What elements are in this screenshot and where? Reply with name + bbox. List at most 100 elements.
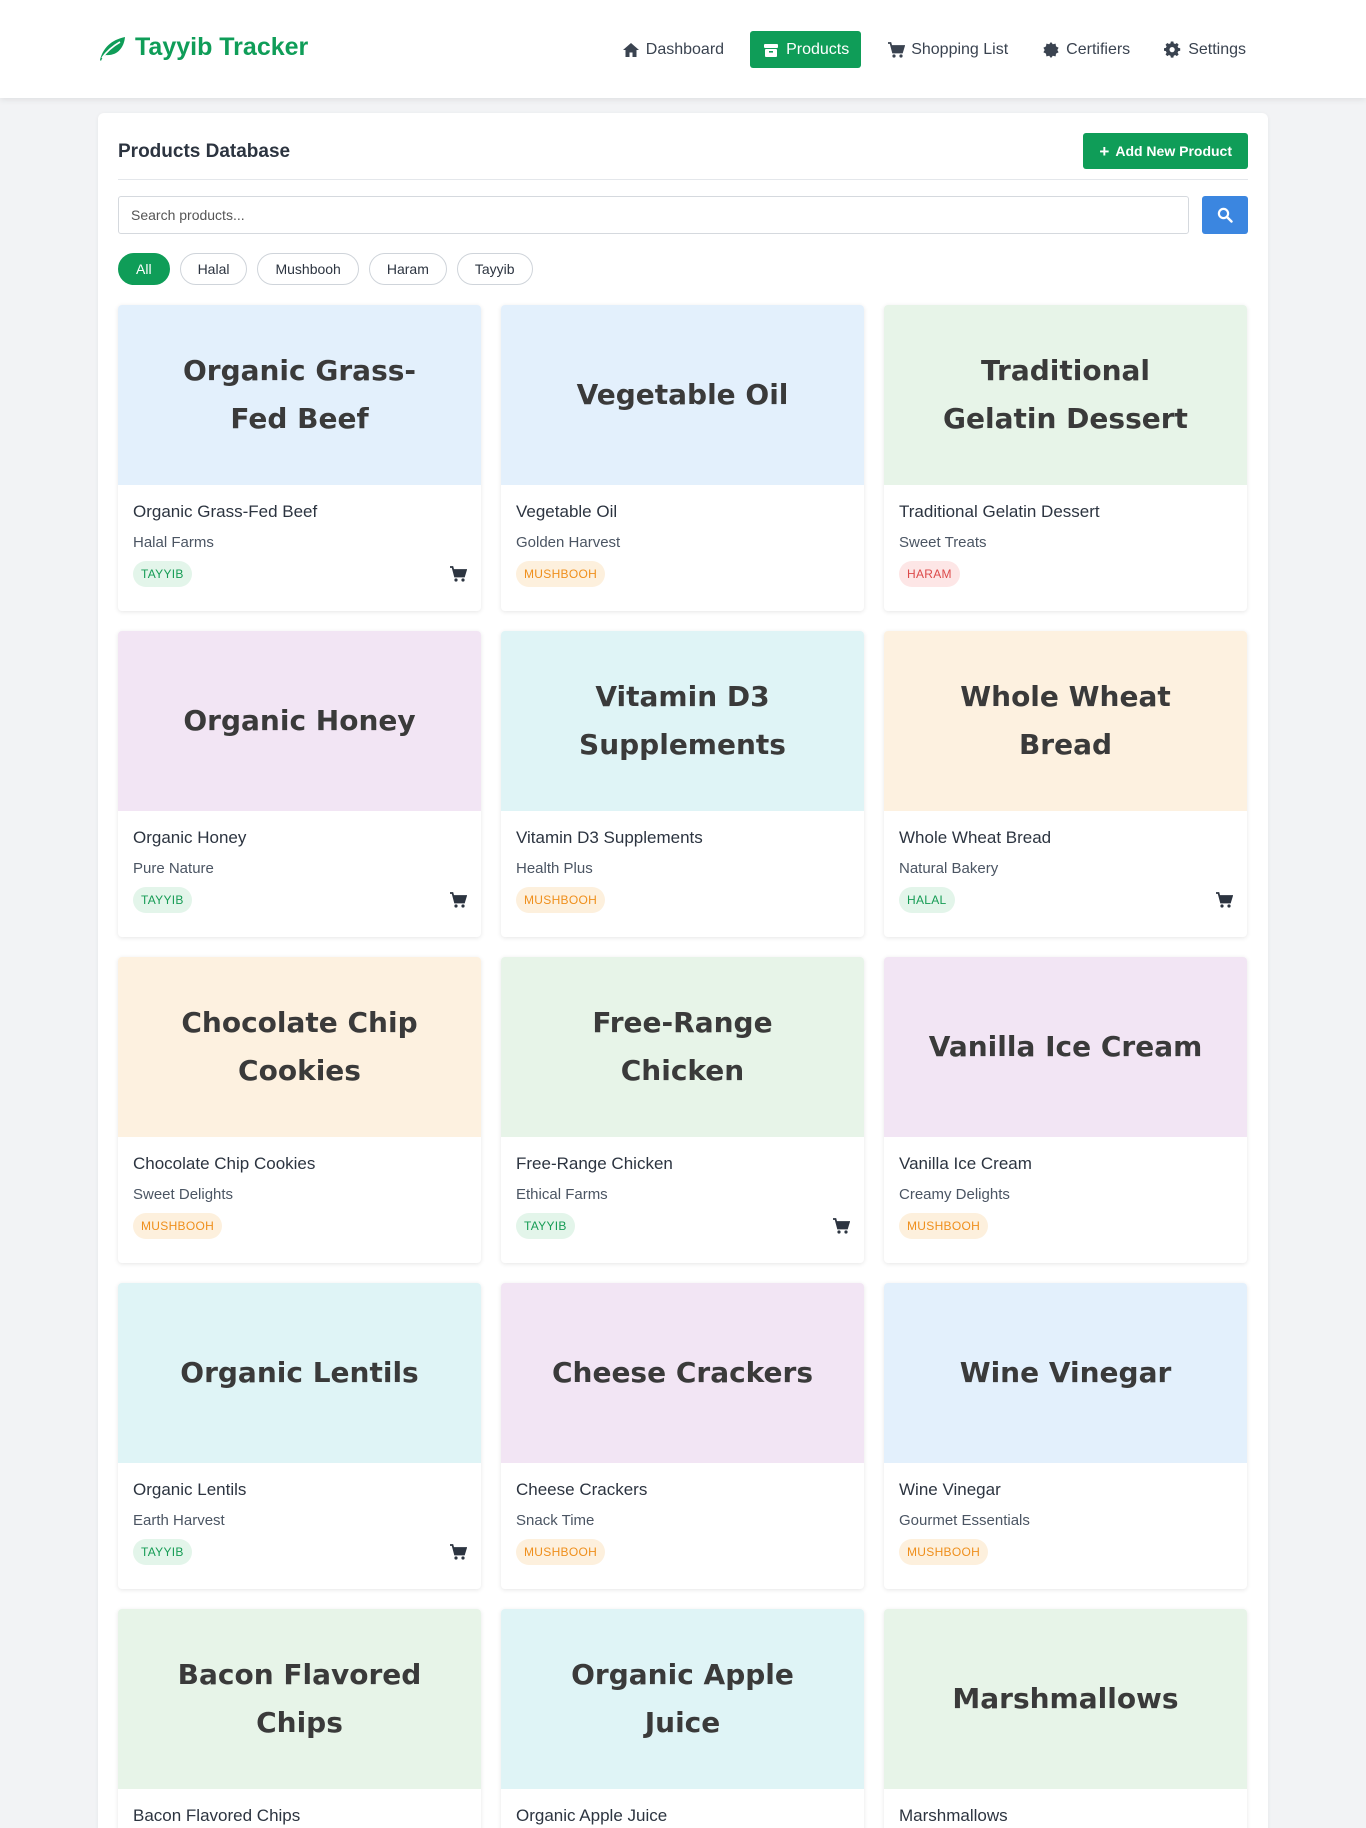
product-card[interactable]: Traditional Gelatin Dessert Traditional G… [884,305,1247,611]
search-input[interactable] [118,196,1189,234]
product-card[interactable]: Vitamin D3 Supplements Vitamin D3 Supplem… [501,631,864,937]
add-to-cart-icon[interactable] [449,891,468,909]
add-new-product-button[interactable]: + Add New Product [1083,133,1248,169]
product-name: Whole Wheat Bread [899,828,1052,847]
add-to-cart-icon[interactable] [1215,891,1234,909]
box-icon [762,41,780,59]
product-card[interactable]: Organic Honey Organic Honey Pure Nature TAY… [118,631,481,937]
product-image-placeholder: Organic Honey [118,631,481,811]
status-badge: MUSHBOOH [899,1539,989,1565]
status-filter-group: All Halal Mushbooh Haram Tayyib [118,253,533,285]
product-name: Organic Honey [133,828,247,847]
product-image-placeholder: Bacon Flavored Chips [118,1609,481,1789]
product-image-placeholder: Vitamin D3 Supplements [501,631,864,811]
top-navbar: Tayyib Tracker Dashboard Products Shopping… [0,0,1366,98]
product-card[interactable]: Vegetable Oil Vegetable Oil Golden Harvest… [501,305,864,611]
product-image-placeholder: Vanilla Ice Cream [884,957,1247,1137]
status-badge: MUSHBOOH [516,1539,606,1565]
product-name: Organic Grass-Fed Beef [133,502,318,521]
nav-label: Dashboard [645,40,725,58]
product-card[interactable]: Wine Vinegar Wine Vinegar Gourmet Essentia… [884,1283,1247,1589]
product-name: Marshmallows [899,1806,1008,1825]
products-panel: Products Database + Add New Product All H… [98,113,1268,1828]
cart-icon [887,41,906,59]
plus-icon: + [1099,141,1110,161]
filter-all[interactable]: All [118,253,170,285]
page-title: Products Database [118,141,291,162]
nav-label: Products [786,40,850,58]
filter-halal[interactable]: Halal [179,253,248,285]
nav-shopping-list[interactable]: Shopping List [875,31,1020,68]
status-badge: HALAL [899,887,955,913]
product-name: Chocolate Chip Cookies [133,1154,316,1173]
search-button[interactable] [1202,196,1248,234]
product-brand: Halal Farms [133,534,214,551]
status-badge: MUSHBOOH [516,561,606,587]
product-name: Traditional Gelatin Dessert [899,502,1100,521]
product-brand: Natural Bakery [899,860,999,877]
product-name: Vitamin D3 Supplements [516,828,703,847]
product-name: Cheese Crackers [516,1480,648,1499]
main-nav: Dashboard Products Shopping List Certifiers… [610,31,1258,68]
product-brand: Ethical Farms [516,1186,608,1203]
product-image-placeholder: Vegetable Oil [501,305,864,485]
app-title: Tayyib Tracker [135,33,309,61]
home-icon [622,41,640,59]
product-brand: Gourmet Essentials [899,1512,1030,1529]
nav-certifiers[interactable]: Certifiers [1030,31,1142,68]
product-brand: Golden Harvest [516,534,621,551]
product-card[interactable]: Organic Apple Juice Organic Apple Juice [501,1609,864,1828]
product-name: Free-Range Chicken [516,1154,673,1173]
product-card[interactable]: Bacon Flavored Chips Bacon Flavored Chips [118,1609,481,1828]
product-brand: Sweet Treats [899,534,987,551]
product-image-placeholder: Marshmallows [884,1609,1247,1789]
certificate-icon [1042,41,1060,59]
product-image-placeholder: Organic Lentils [118,1283,481,1463]
product-image-placeholder: Traditional Gelatin Dessert [884,305,1247,485]
product-name: Vegetable Oil [516,502,618,521]
product-image-placeholder: Wine Vinegar [884,1283,1247,1463]
brand-logo[interactable]: Tayyib Tracker [97,33,308,62]
gear-icon [1164,40,1182,59]
product-card[interactable]: Organic Grass-Fed Beef Organic Grass-Fed … [118,305,481,611]
add-to-cart-icon[interactable] [449,565,468,583]
status-badge: TAYYIB [133,1539,192,1565]
nav-products[interactable]: Products [750,31,862,68]
product-image-placeholder: Chocolate Chip Cookies [118,957,481,1137]
filter-mushbooh[interactable]: Mushbooh [257,253,359,285]
nav-label: Settings [1188,40,1246,58]
product-brand: Pure Nature [133,860,214,877]
product-name: Bacon Flavored Chips [133,1806,301,1825]
status-badge: TAYYIB [133,887,192,913]
status-badge: MUSHBOOH [899,1213,989,1239]
product-image-placeholder: Cheese Crackers [501,1283,864,1463]
status-badge: MUSHBOOH [516,887,606,913]
nav-label: Certifiers [1066,40,1131,58]
product-name: Wine Vinegar [899,1480,1001,1499]
product-name: Organic Lentils [133,1480,247,1499]
status-badge: HARAM [899,561,960,587]
product-card[interactable]: Organic Lentils Organic Lentils Earth Harv… [118,1283,481,1589]
filter-haram[interactable]: Haram [368,253,447,285]
product-card[interactable]: Chocolate Chip Cookies Chocolate Chip Coo… [118,957,481,1263]
nav-settings[interactable]: Settings [1152,31,1258,68]
add-button-label: Add New Product [1115,143,1232,159]
product-name: Organic Apple Juice [516,1806,668,1825]
product-card[interactable]: Free-Range Chicken Free-Range Chicken Ethi… [501,957,864,1263]
add-to-cart-icon[interactable] [449,1543,468,1561]
add-to-cart-icon[interactable] [832,1217,851,1235]
divider [118,179,1248,180]
product-brand: Health Plus [516,860,593,877]
product-image-placeholder: Organic Apple Juice [501,1609,864,1789]
product-card[interactable]: Cheese Crackers Cheese Crackers Snack Time… [501,1283,864,1589]
product-brand: Sweet Delights [133,1186,234,1203]
filter-tayyib[interactable]: Tayyib [456,253,533,285]
product-brand: Snack Time [516,1512,595,1529]
product-card[interactable]: Whole Wheat Bread Whole Wheat Bread Natura… [884,631,1247,937]
product-card[interactable]: Vanilla Ice Cream Vanilla Ice Cream Creamy… [884,957,1247,1263]
nav-dashboard[interactable]: Dashboard [610,31,736,68]
product-card[interactable]: Marshmallows Marshmallows [884,1609,1247,1828]
search-icon [1217,207,1233,223]
product-image-placeholder: Organic Grass-Fed Beef [118,305,481,485]
product-image-placeholder: Free-Range Chicken [501,957,864,1137]
